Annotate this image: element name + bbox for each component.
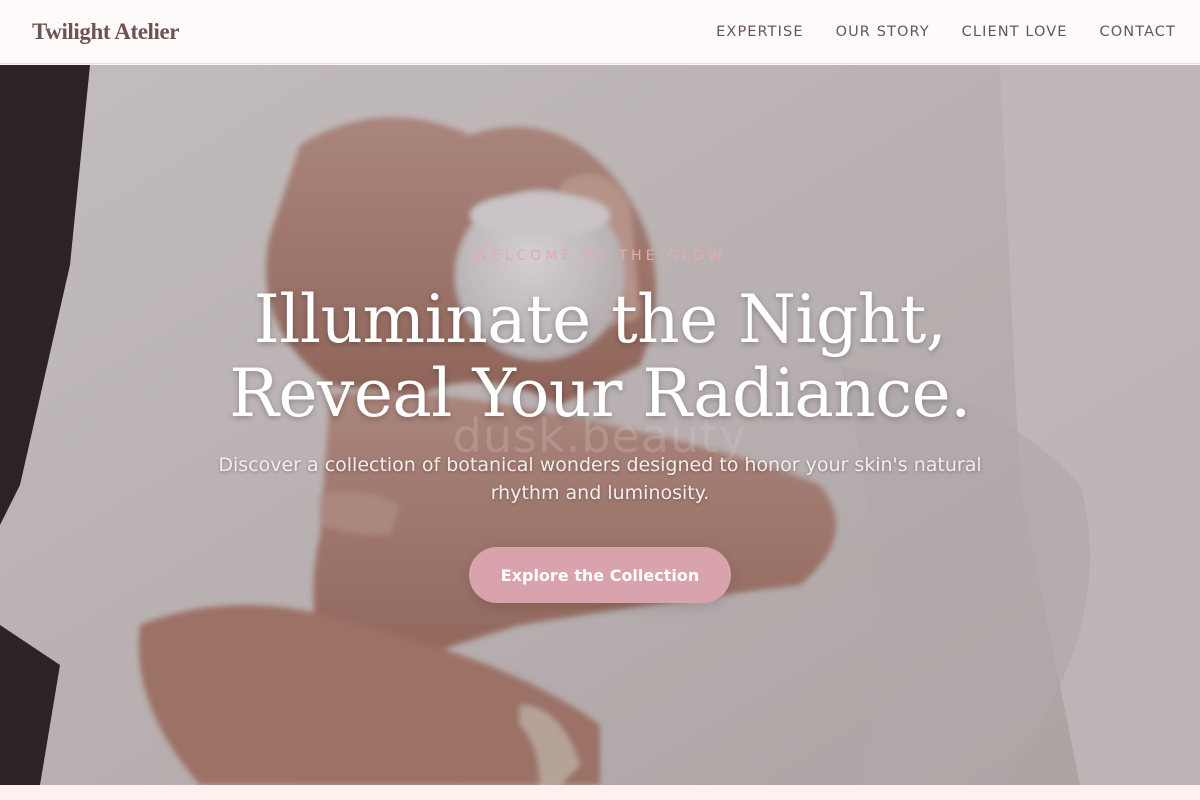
brand-logo[interactable]: Twilight Atelier (32, 19, 180, 45)
nav-link-expertise[interactable]: EXPERTISE (716, 24, 803, 40)
hero-headline: Illuminate the Night, Reveal Your Radian… (0, 283, 1200, 431)
site-header: Twilight Atelier EXPERTISE OUR STORY CLI… (0, 0, 1200, 64)
main-nav: EXPERTISE OUR STORY CLIENT LOVE CONTACT (716, 24, 1176, 40)
hero-section: dusk.beauty WELCOME TO THE GLOW Illumina… (0, 65, 1200, 785)
nav-link-client-love[interactable]: CLIENT LOVE (962, 24, 1068, 40)
hero-eyebrow: WELCOME TO THE GLOW (473, 248, 727, 264)
hero-headline-line-1: Illuminate the Night, (253, 281, 947, 358)
nav-link-our-story[interactable]: OUR STORY (836, 24, 930, 40)
explore-collection-button[interactable]: Explore the Collection (469, 547, 731, 603)
hero-subtext: Discover a collection of botanical wonde… (218, 454, 982, 504)
nav-link-contact[interactable]: CONTACT (1100, 24, 1176, 40)
next-section-edge (0, 785, 1200, 800)
hero-content: WELCOME TO THE GLOW Illuminate the Night… (0, 65, 1200, 785)
hero-headline-line-2: Reveal Your Radiance. (229, 355, 971, 432)
